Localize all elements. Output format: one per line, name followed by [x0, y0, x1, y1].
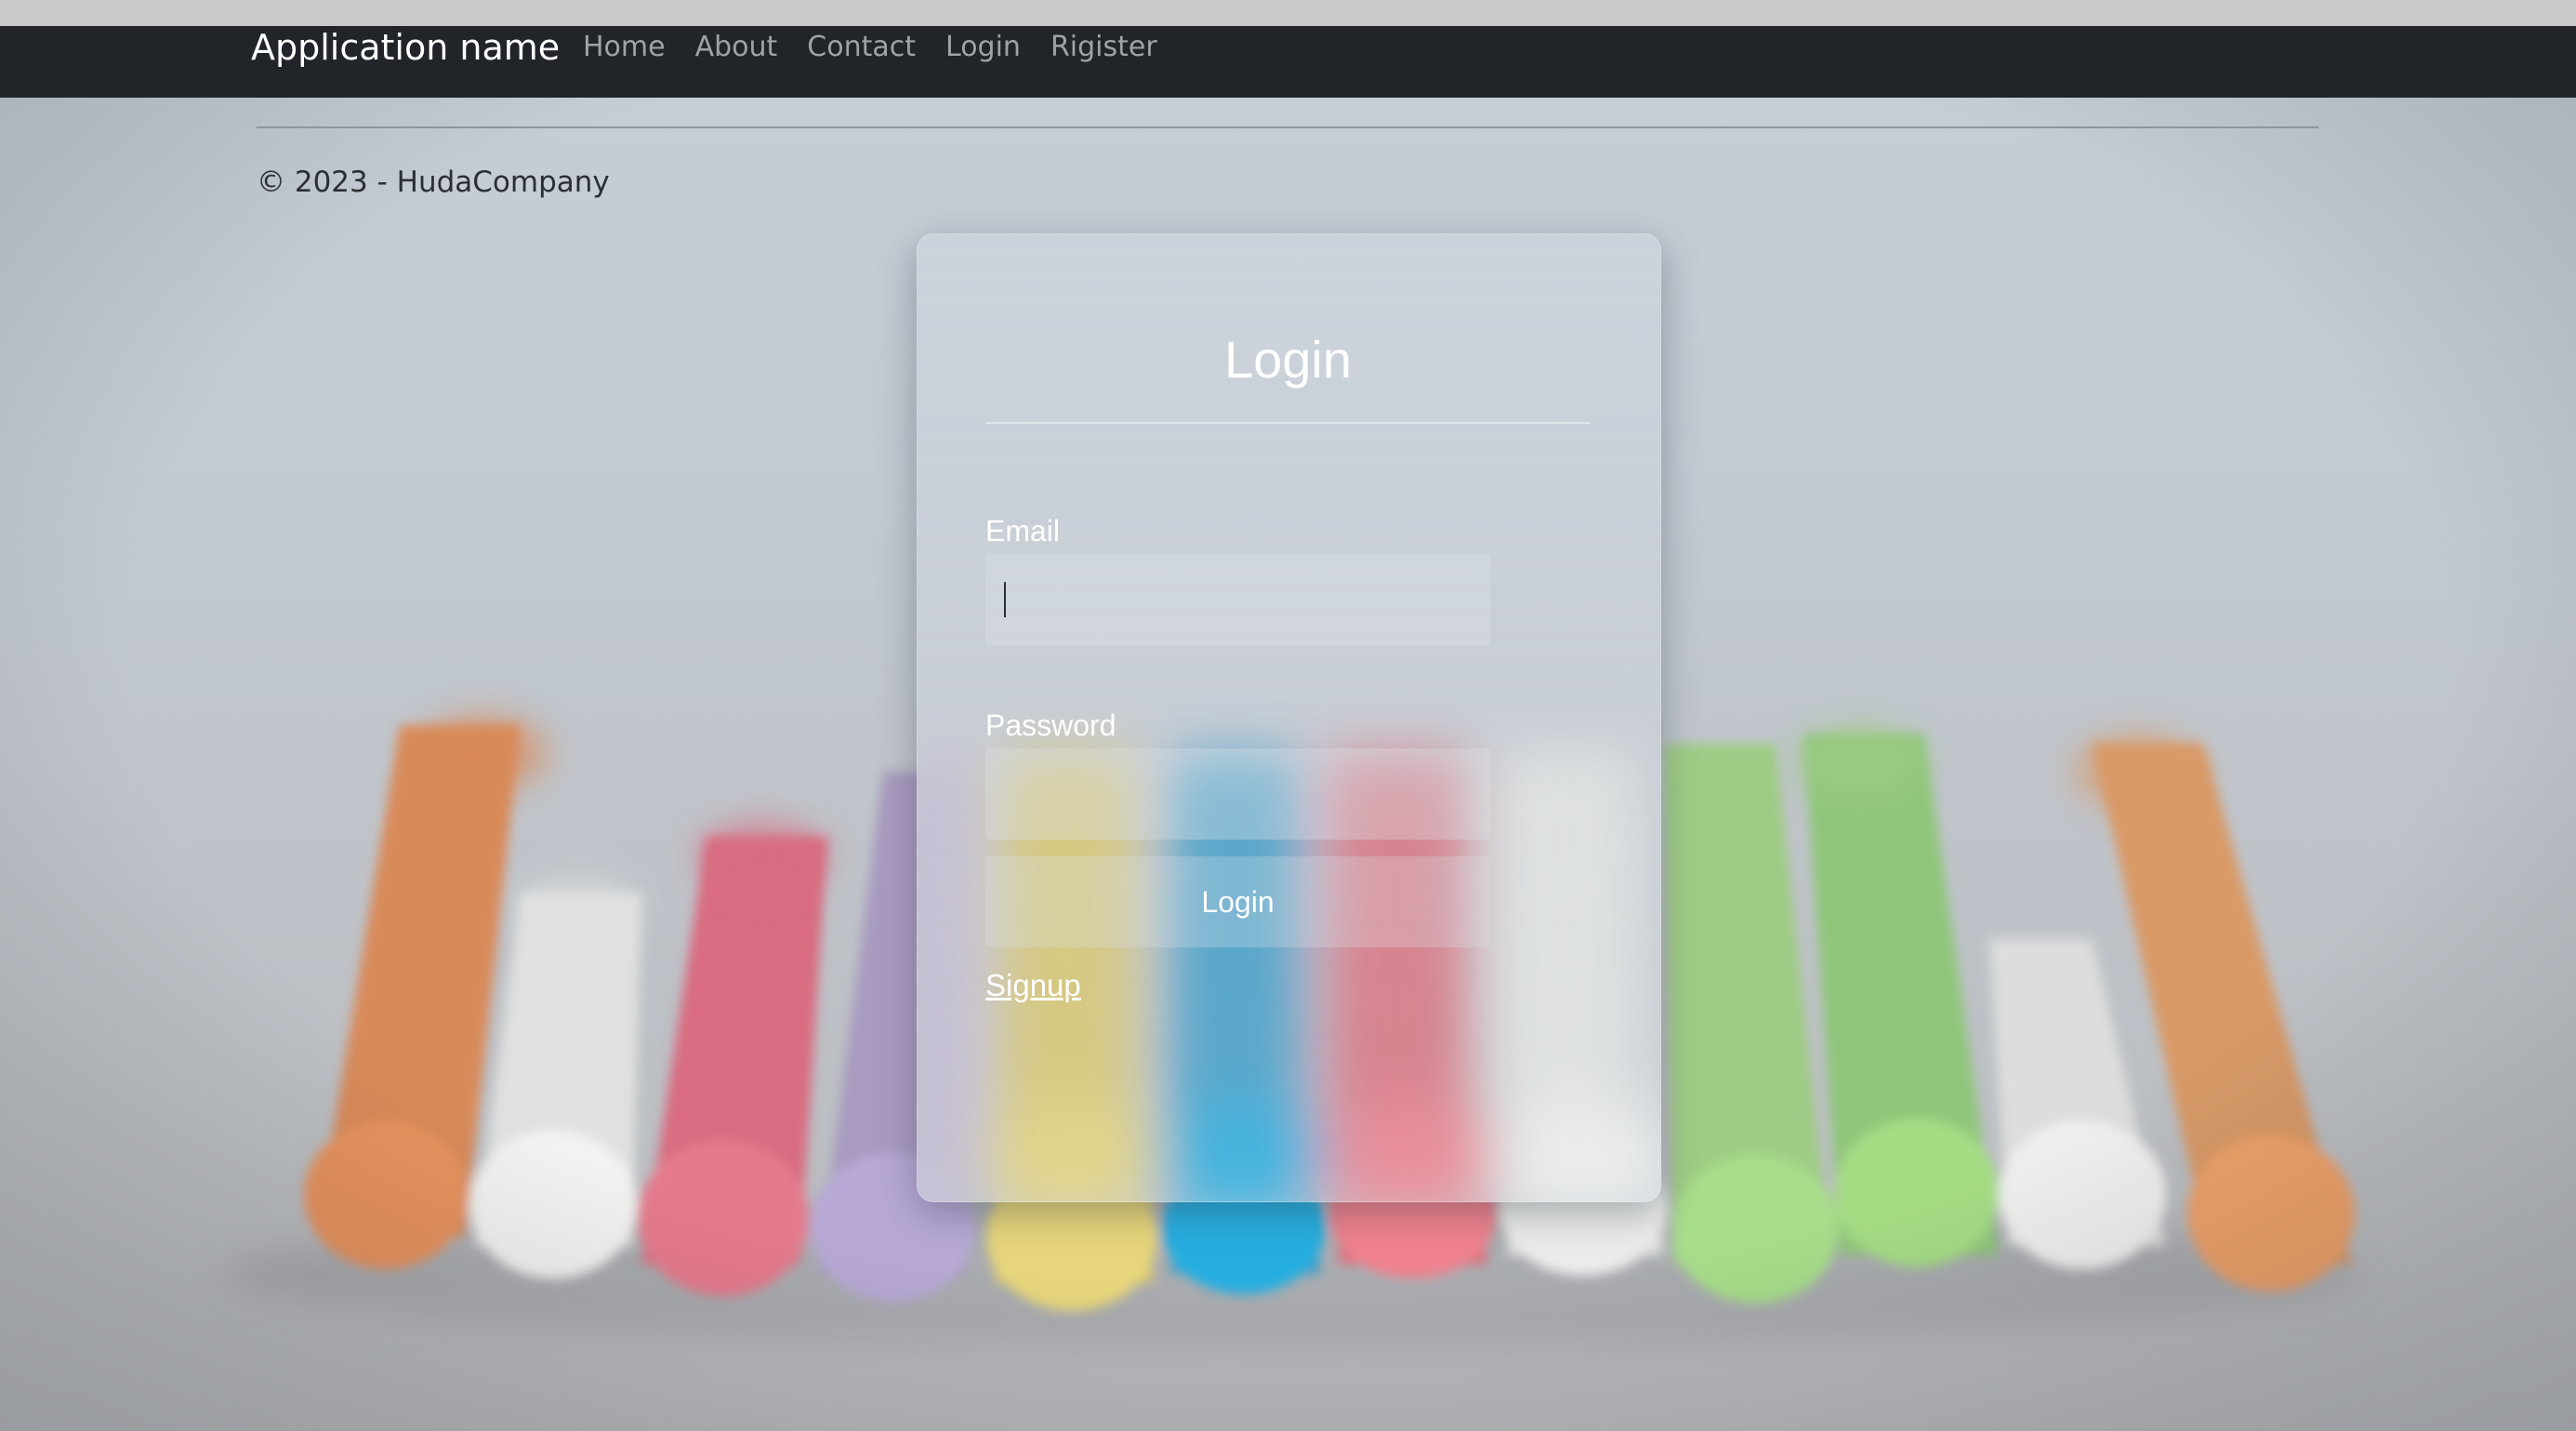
title-divider — [985, 422, 1591, 424]
nav-link-about[interactable]: About — [695, 29, 778, 66]
nav-link-home[interactable]: Home — [583, 29, 666, 66]
browser-top-strip — [0, 0, 2576, 26]
email-label: Email — [985, 514, 1061, 548]
password-label: Password — [985, 709, 1116, 742]
signup-link[interactable]: Signup — [985, 967, 1081, 1004]
email-field[interactable] — [985, 554, 1490, 645]
nav-link-register[interactable]: Rigister — [1050, 29, 1157, 66]
login-title: Login — [1223, 330, 1353, 389]
nav-link-login[interactable]: Login — [945, 29, 1021, 66]
password-field[interactable] — [985, 749, 1490, 840]
footer-copyright: © 2023 - HudaCompany — [257, 166, 610, 199]
text-caret — [1004, 582, 1006, 617]
brand-link[interactable]: Application name — [251, 26, 560, 69]
login-button[interactable]: Login — [985, 856, 1490, 947]
nav-links: Home About Contact Login Rigister — [583, 29, 1187, 66]
nav-link-contact[interactable]: Contact — [807, 29, 916, 66]
footer-divider — [257, 126, 2318, 128]
